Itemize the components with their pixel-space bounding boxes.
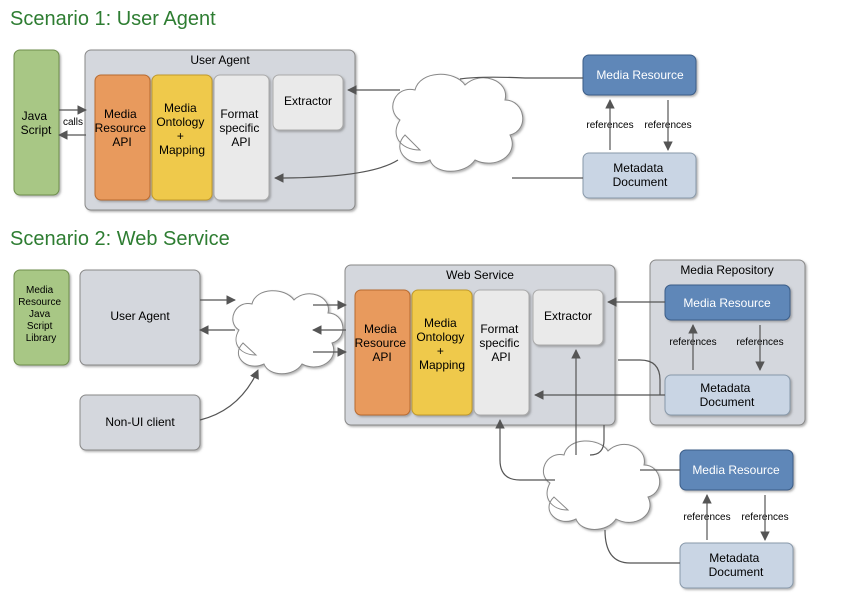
user-agent-title: User Agent [190, 53, 250, 67]
user-agent-box-s2: User Agent [80, 270, 200, 365]
diagram-canvas: Scenario 1: User Agent Java Script calls… [0, 0, 843, 596]
javascript-label: Java Script [21, 109, 52, 137]
extractor-label-s2: Extractor [544, 309, 592, 323]
web-service-title: Web Service [446, 268, 514, 282]
calls-label: calls [63, 117, 83, 128]
non-ui-client-box: Non-UI client [80, 395, 200, 450]
cloud-2-left [233, 291, 343, 374]
cloud-3 [543, 441, 659, 530]
scenario1-title: Scenario 1: User Agent [10, 8, 216, 30]
cloud-1 [393, 74, 523, 171]
metadata-document-label-s2-b: Metadata Document [709, 551, 764, 579]
media-resource-box-s1: Media Resource [583, 55, 696, 95]
media-resource-label-s2-b: Media Resource [692, 463, 780, 477]
media-repository-panel: Media Repository Media Resource referenc… [650, 260, 805, 425]
media-resource-label-s1: Media Resource [596, 68, 684, 82]
non-ui-client-label: Non-UI client [105, 415, 175, 429]
arrow-nonui-cloud [200, 370, 258, 420]
media-resource-box-s2-b: Media Resource [680, 450, 793, 490]
extractor-label: Extractor [284, 94, 332, 108]
metadata-document-box-s1: Metadata Document [583, 153, 696, 198]
javascript-box: Java Script [14, 50, 59, 195]
metadata-document-label-s2-a: Metadata Document [700, 381, 755, 409]
scenario2-title: Scenario 2: Web Service [10, 228, 230, 250]
wire-md-cloud-curve-b [605, 530, 630, 563]
user-agent-label-s2: User Agent [110, 309, 170, 323]
user-agent-panel: User Agent Media Resource API Media Onto… [85, 50, 355, 210]
media-resource-label-s2-a: Media Resource [683, 296, 771, 310]
wire-mr-cloud-curve-s1 [460, 77, 525, 79]
metadata-document-box-s2-b: Metadata Document [680, 543, 793, 588]
media-repository-title: Media Repository [680, 263, 773, 277]
media-resource-js-library-box: Media Resource Java Script Library [14, 270, 69, 365]
web-service-panel: Web Service Media Resource API Media Ont… [345, 265, 615, 425]
metadata-document-label-s1: Metadata Document [613, 161, 668, 189]
